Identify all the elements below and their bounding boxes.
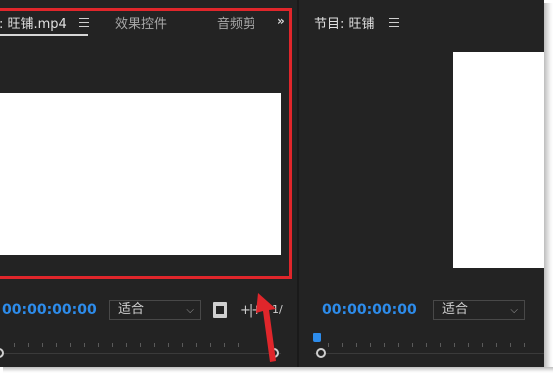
- ruler-tick: [196, 343, 197, 347]
- ruler-tick: [224, 343, 225, 347]
- ruler-line: [0, 353, 281, 354]
- program-in-handle[interactable]: [316, 348, 326, 358]
- ruler-tick: [524, 343, 525, 347]
- screenshot-shadow-right: [544, 3, 553, 371]
- ruler-tick: [56, 343, 57, 347]
- ruler-tick: [238, 343, 239, 347]
- ruler-tick: [356, 343, 357, 347]
- ruler-tick: [468, 343, 469, 347]
- ruler-tick: [328, 343, 329, 347]
- ruler-tick: [112, 343, 113, 347]
- ruler-tick: [28, 343, 29, 347]
- source-fit-dropdown[interactable]: 适合 ⌵: [109, 300, 201, 320]
- panel-divider[interactable]: [297, 0, 299, 367]
- ruler-tick: [454, 343, 455, 347]
- source-timecode[interactable]: 00:00:00:00: [2, 302, 97, 318]
- ruler-tick: [126, 343, 127, 347]
- ruler-tick: [14, 343, 15, 347]
- ruler-tick: [140, 343, 141, 347]
- program-video-preview: [453, 52, 544, 268]
- source-time-ruler[interactable]: [0, 339, 281, 359]
- program-timecode[interactable]: 00:00:00:00: [322, 302, 417, 318]
- chevron-down-icon: ⌵: [510, 305, 518, 316]
- ruler-tick: [168, 343, 169, 347]
- ruler-tick: [154, 343, 155, 347]
- ruler-tick: [98, 343, 99, 347]
- program-time-ruler[interactable]: [314, 339, 544, 359]
- program-fit-value: 适合: [442, 302, 469, 317]
- ruler-tick: [482, 343, 483, 347]
- source-fit-value: 适合: [118, 302, 145, 317]
- premiere-window: 源: 旺铺.mp4 效果控件 音频剪 » 00:00:00:00 适合 ⌵ +|…: [0, 0, 544, 367]
- ruler-tick: [496, 343, 497, 347]
- red-arrow-annotation: [256, 293, 276, 362]
- ruler-tick: [210, 343, 211, 347]
- red-highlight-box: [0, 8, 292, 279]
- hamburger-icon[interactable]: [389, 18, 399, 27]
- ruler-tick: [342, 343, 343, 347]
- ruler-tick: [370, 343, 371, 347]
- ruler-tick: [42, 343, 43, 347]
- ruler-tick: [440, 343, 441, 347]
- ruler-tick: [510, 343, 511, 347]
- ruler-tick: [182, 343, 183, 347]
- ruler-tick: [412, 343, 413, 347]
- ruler-tick: [84, 343, 85, 347]
- screenshot-shadow-bottom: [3, 367, 553, 373]
- ruler-tick: [398, 343, 399, 347]
- program-panel-title[interactable]: 节目: 旺铺: [314, 13, 375, 32]
- ruler-tick: [426, 343, 427, 347]
- program-fit-dropdown[interactable]: 适合 ⌵: [433, 300, 525, 320]
- ruler-line: [314, 353, 544, 354]
- chevron-down-icon: ⌵: [186, 305, 194, 316]
- ruler-tick: [70, 343, 71, 347]
- playhead-icon[interactable]: [313, 333, 321, 342]
- ruler-tick: [384, 343, 385, 347]
- drag-video-only-icon[interactable]: [213, 302, 227, 318]
